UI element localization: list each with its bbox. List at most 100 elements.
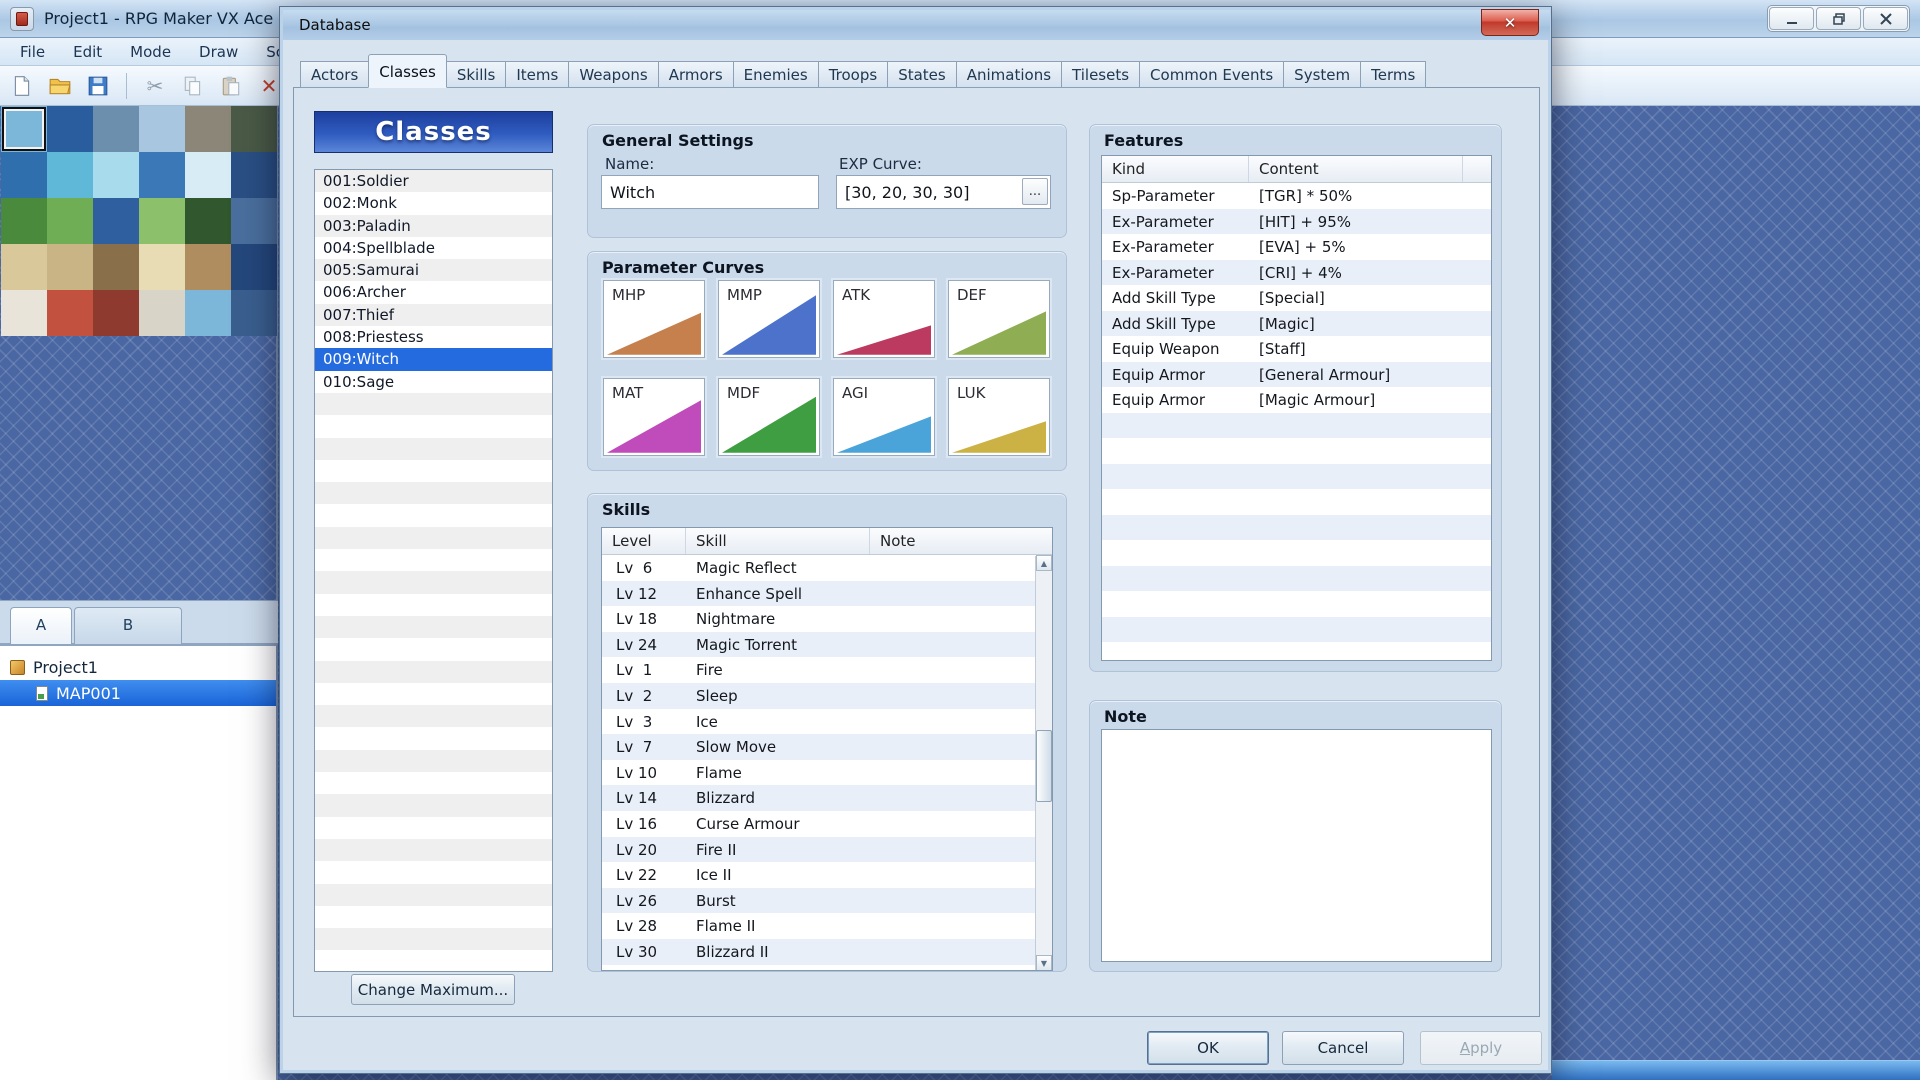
scrollbar-thumb[interactable] (1036, 729, 1052, 802)
feature-empty-row[interactable] (1102, 616, 1491, 642)
feature-row[interactable]: Add Skill Type [Magic] (1102, 310, 1491, 336)
skill-row[interactable]: Lv 2 Sleep (602, 682, 1052, 709)
tree-item-project[interactable]: Project1 (0, 654, 276, 680)
cancel-button[interactable]: Cancel (1282, 1031, 1404, 1065)
features-table[interactable]: Kind Content Sp-Parameter [TGR] * 50% Ex-Pa… (1101, 155, 1492, 661)
tile[interactable] (47, 198, 93, 244)
dialog-titlebar[interactable]: Database (283, 10, 1550, 40)
class-list-empty-row[interactable] (315, 638, 552, 660)
tab-classes[interactable]: Classes (368, 54, 447, 88)
tile[interactable] (93, 244, 139, 290)
curve-luk[interactable]: LUK (948, 378, 1050, 456)
tile[interactable] (47, 106, 93, 152)
class-list-empty-row[interactable] (315, 683, 552, 705)
skill-row[interactable]: Lv 10 Flame (602, 760, 1052, 786)
feature-empty-row[interactable] (1102, 591, 1491, 617)
class-list-empty-row[interactable] (315, 526, 552, 550)
feature-empty-row[interactable] (1102, 642, 1491, 660)
feature-row[interactable]: Ex-Parameter [CRI] + 4% (1102, 259, 1491, 285)
class-list-item[interactable]: 010:Sage (315, 371, 552, 393)
close-icon[interactable] (1863, 7, 1908, 30)
class-list-empty-row[interactable] (315, 749, 552, 773)
class-list-empty-row[interactable] (315, 861, 552, 883)
class-list-empty-row[interactable] (315, 504, 552, 526)
exp-curve-input[interactable] (836, 175, 1051, 209)
save-icon[interactable] (84, 72, 112, 100)
exp-curve-more-button[interactable]: ... (1022, 178, 1048, 205)
class-list-item[interactable]: 002:Monk (315, 192, 552, 214)
class-list-empty-row[interactable] (315, 727, 552, 749)
curve-agi[interactable]: AGI (833, 378, 935, 456)
skill-row[interactable]: Lv 7 Slow Move (602, 734, 1052, 760)
tile[interactable] (1, 244, 47, 290)
feature-row[interactable]: Add Skill Type [Special] (1102, 285, 1491, 311)
menu-file[interactable]: File (8, 40, 57, 64)
skill-row[interactable]: Lv 6 Magic Reflect (602, 555, 1052, 581)
copy-icon[interactable] (179, 72, 207, 100)
change-maximum-button[interactable]: Change Maximum... (351, 974, 515, 1005)
skill-row[interactable]: Lv 12 Enhance Spell (602, 580, 1052, 607)
class-list-item[interactable]: 003:Paladin (315, 214, 552, 237)
class-list-item[interactable]: 009:Witch (315, 348, 552, 371)
tile-grid[interactable] (1, 106, 277, 336)
tile[interactable] (139, 106, 185, 152)
tile[interactable] (93, 106, 139, 152)
tile-palette[interactable] (0, 106, 278, 600)
class-list-item[interactable]: 004:Spellblade (315, 237, 552, 259)
feature-row[interactable]: Equip Armor [Magic Armour] (1102, 387, 1491, 413)
feature-empty-row[interactable] (1102, 463, 1491, 489)
tab-states[interactable]: States (887, 61, 957, 88)
class-list-empty-row[interactable] (315, 460, 552, 482)
menu-draw[interactable]: Draw (187, 40, 250, 64)
paste-icon[interactable] (217, 72, 245, 100)
feature-empty-row[interactable] (1102, 540, 1491, 566)
note-textarea[interactable] (1101, 729, 1492, 962)
tile[interactable] (139, 290, 185, 336)
skill-row[interactable]: Lv 20 Fire II (602, 836, 1052, 863)
tile[interactable] (93, 290, 139, 336)
minimize-icon[interactable] (1769, 7, 1814, 30)
tile[interactable] (1, 152, 47, 198)
tab-items[interactable]: Items (505, 61, 570, 88)
feature-empty-row[interactable] (1102, 565, 1491, 591)
class-name-input[interactable] (601, 175, 819, 209)
class-list-item[interactable]: 008:Priestess (315, 326, 552, 348)
class-list-empty-row[interactable] (315, 883, 552, 906)
feature-empty-row[interactable] (1102, 412, 1491, 438)
skill-row[interactable]: Lv 1 Fire (602, 657, 1052, 683)
new-file-icon[interactable] (8, 72, 36, 100)
feature-row[interactable]: Ex-Parameter [EVA] + 5% (1102, 234, 1491, 260)
class-list-item[interactable]: 005:Samurai (315, 259, 552, 282)
palette-tab-a[interactable]: A (10, 607, 72, 645)
class-list-item[interactable]: 006:Archer (315, 281, 552, 303)
skill-row[interactable]: Lv 26 Burst (602, 887, 1052, 914)
tile[interactable] (185, 152, 231, 198)
feature-empty-row[interactable] (1102, 438, 1491, 464)
tile[interactable] (185, 290, 231, 336)
tile[interactable] (185, 244, 231, 290)
skills-table[interactable]: Level Skill Note Lv 6 Magic Reflect Lv 12 Enh… (601, 527, 1053, 971)
ok-button[interactable]: OK (1147, 1031, 1269, 1065)
tab-terms[interactable]: Terms (1360, 61, 1427, 88)
class-list-empty-row[interactable] (315, 772, 552, 794)
scroll-up-icon[interactable]: ▲ (1036, 555, 1052, 571)
skill-row[interactable]: Lv 24 Magic Torrent (602, 631, 1052, 658)
tile[interactable] (93, 198, 139, 244)
tile[interactable] (47, 290, 93, 336)
open-folder-icon[interactable] (46, 72, 74, 100)
tile[interactable] (185, 106, 231, 152)
tab-animations[interactable]: Animations (955, 61, 1063, 88)
skill-row[interactable]: Lv 30 Blizzard II (602, 938, 1052, 965)
feature-row[interactable]: Equip Weapon [Staff] (1102, 336, 1491, 362)
close-icon[interactable]: ✕ (1481, 9, 1539, 36)
class-list-item[interactable]: 001:Soldier (315, 170, 552, 193)
feature-row[interactable]: Sp-Parameter [TGR] * 50% (1102, 183, 1491, 209)
class-list-empty-row[interactable] (315, 549, 552, 571)
curve-atk[interactable]: ATK (833, 280, 935, 358)
scroll-down-icon[interactable]: ▼ (1036, 955, 1052, 970)
curve-mdf[interactable]: MDF (718, 378, 820, 456)
tile[interactable] (139, 198, 185, 244)
tree-item-map[interactable]: MAP001 (0, 680, 276, 706)
tab-armors[interactable]: Armors (657, 61, 734, 88)
map-scrollbar-strip[interactable] (1552, 1060, 1920, 1080)
